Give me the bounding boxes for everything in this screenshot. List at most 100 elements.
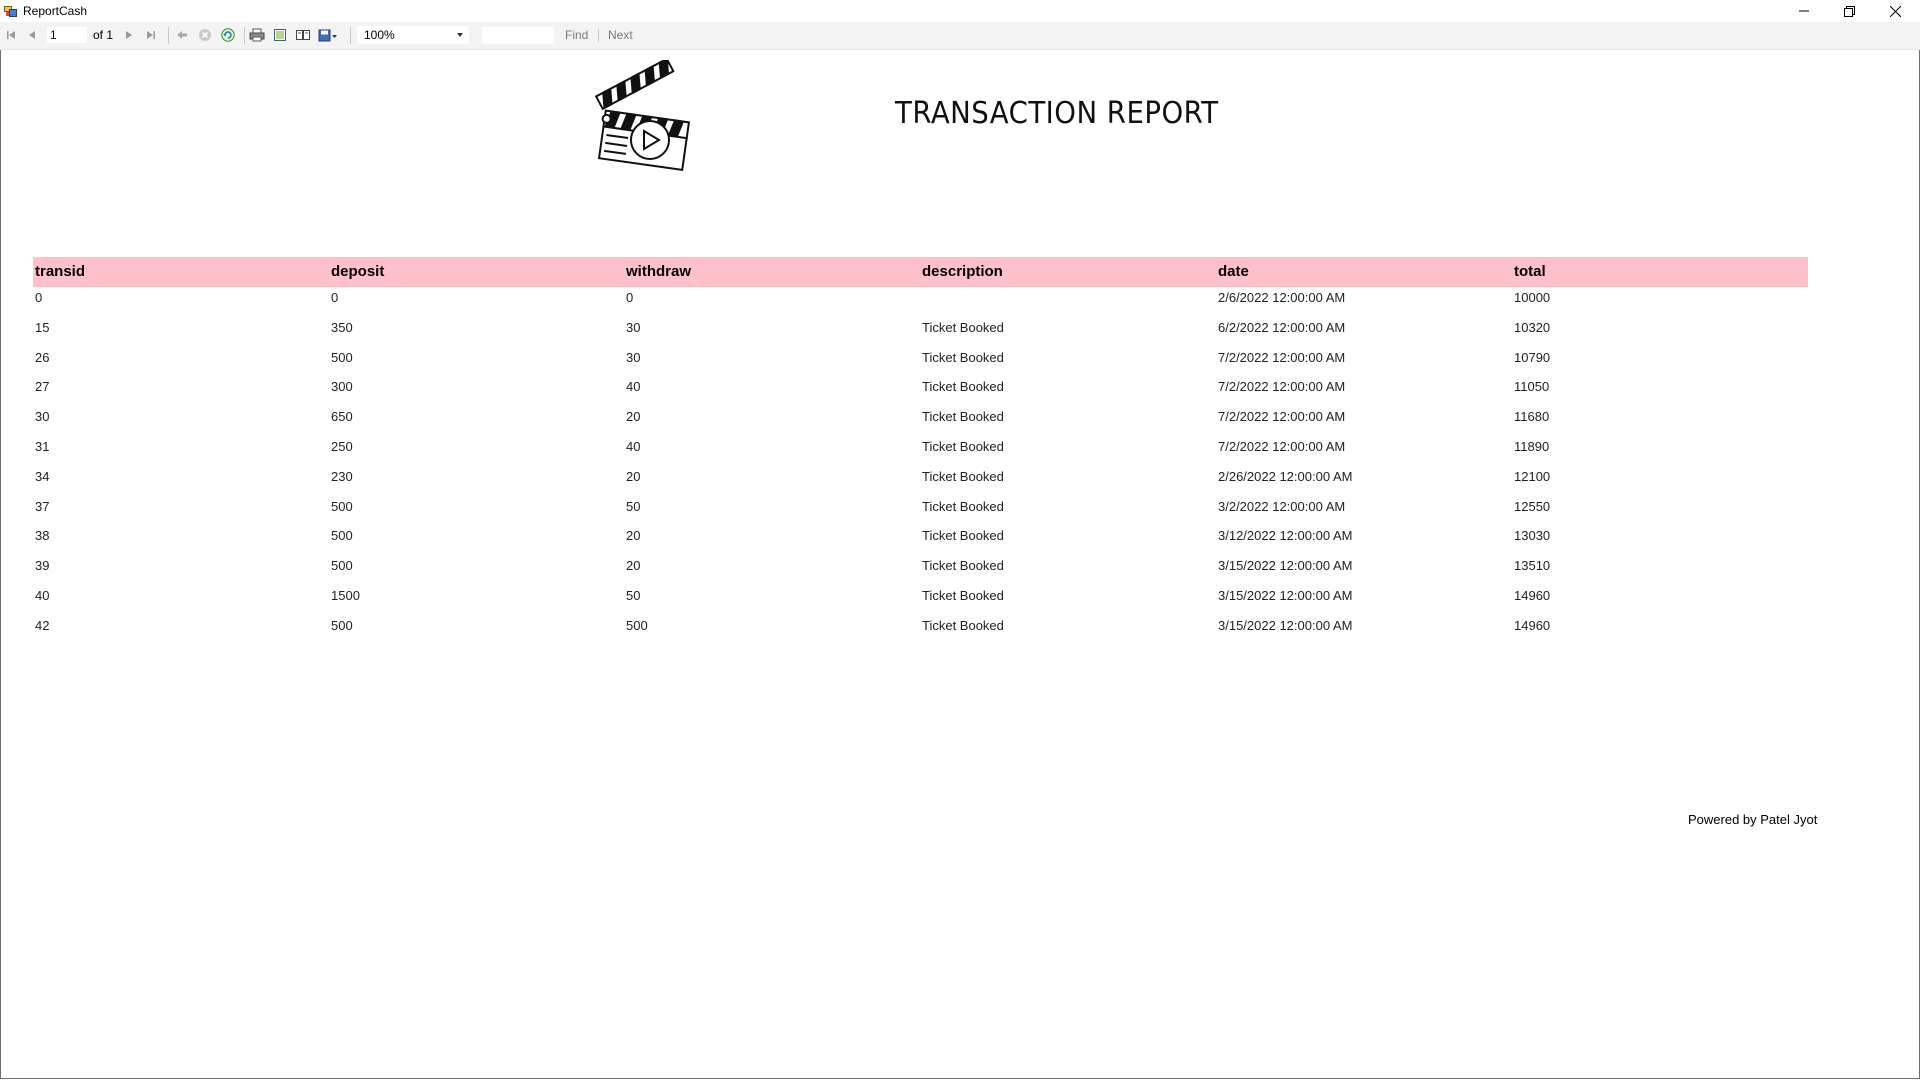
cell-date: 3/12/2022 12:00:00 AM xyxy=(1218,528,1353,543)
table-row: 34 230 20 Ticket Booked 2/26/2022 12:00:00 A… xyxy=(0,469,1920,499)
cell-transid: 31 xyxy=(35,439,50,454)
cell-transid: 0 xyxy=(35,290,43,305)
cell-withdraw: 40 xyxy=(626,439,641,454)
cell-withdraw: 20 xyxy=(626,409,641,424)
cell-withdraw: 20 xyxy=(626,558,641,573)
page-setup-button[interactable] xyxy=(295,27,311,43)
cell-deposit: 230 xyxy=(331,469,353,484)
cell-total: 11890 xyxy=(1514,439,1550,454)
next-page-icon xyxy=(126,31,132,39)
column-header-total: total xyxy=(1514,263,1546,280)
cell-date: 3/15/2022 12:00:00 AM xyxy=(1218,588,1353,603)
cell-withdraw: 50 xyxy=(626,499,641,514)
cell-transid: 37 xyxy=(35,499,50,514)
cell-description: Ticket Booked xyxy=(922,350,1004,365)
cell-withdraw: 20 xyxy=(626,528,641,543)
cell-deposit: 500 xyxy=(331,528,353,543)
print-button[interactable] xyxy=(249,27,265,43)
first-page-icon xyxy=(7,31,15,39)
printer-icon xyxy=(249,28,265,42)
cell-date: 7/2/2022 12:00:00 AM xyxy=(1218,350,1346,365)
cell-description: Ticket Booked xyxy=(922,379,1004,394)
cell-total: 13510 xyxy=(1514,558,1551,573)
cell-description: Ticket Booked xyxy=(922,618,1004,633)
clapperboard-logo-icon xyxy=(592,57,696,172)
cell-total: 10790 xyxy=(1514,350,1551,365)
cell-transid: 38 xyxy=(35,528,50,543)
cell-transid: 15 xyxy=(35,320,50,335)
cell-total: 11680 xyxy=(1514,409,1550,424)
cell-withdraw: 20 xyxy=(626,469,641,484)
table-header: transid deposit withdraw description dat… xyxy=(33,257,1808,287)
next-page-button[interactable] xyxy=(121,27,137,43)
cell-description: Ticket Booked xyxy=(922,558,1004,573)
cell-withdraw: 500 xyxy=(626,618,648,633)
cell-deposit: 500 xyxy=(331,499,353,514)
window-title: ReportCash xyxy=(23,4,88,18)
cell-deposit: 0 xyxy=(331,290,339,305)
cell-date: 3/15/2022 12:00:00 AM xyxy=(1218,558,1353,573)
print-layout-icon xyxy=(274,29,286,41)
column-header-withdraw: withdraw xyxy=(626,263,692,280)
cell-total: 12550 xyxy=(1514,499,1551,514)
cell-total: 10000 xyxy=(1514,290,1551,305)
cell-date: 7/2/2022 12:00:00 AM xyxy=(1218,439,1346,454)
cell-date: 7/2/2022 12:00:00 AM xyxy=(1218,379,1346,394)
back-arrow-icon xyxy=(177,31,187,39)
cell-total: 12100 xyxy=(1514,469,1551,484)
first-page-button[interactable] xyxy=(3,27,19,43)
print-layout-button[interactable] xyxy=(272,27,288,43)
cell-date: 3/15/2022 12:00:00 AM xyxy=(1218,618,1353,633)
close-button[interactable] xyxy=(1872,0,1918,22)
toolbar-separator xyxy=(244,27,245,44)
zoom-value: 100% xyxy=(364,28,395,42)
save-export-icon xyxy=(318,29,337,42)
table-row: 37 500 50 Ticket Booked 3/2/2022 12:00:00 AM… xyxy=(0,499,1920,529)
cell-date: 7/2/2022 12:00:00 AM xyxy=(1218,409,1346,424)
table-row: 31 250 40 Ticket Booked 7/2/2022 12:00:00 AM… xyxy=(0,439,1920,469)
stop-button[interactable] xyxy=(197,27,213,43)
cell-transid: 40 xyxy=(35,588,50,603)
cell-total: 14960 xyxy=(1514,618,1551,633)
last-page-button[interactable] xyxy=(143,27,159,43)
report-footer: Powered by Patel Jyot xyxy=(1688,812,1818,827)
table-row: 40 1500 50 Ticket Booked 3/15/2022 12:00:00 … xyxy=(0,588,1920,618)
cell-withdraw: 30 xyxy=(626,350,641,365)
export-button[interactable] xyxy=(318,27,340,43)
back-button[interactable] xyxy=(174,27,190,43)
cell-date: 2/26/2022 12:00:00 AM xyxy=(1218,469,1353,484)
cell-transid: 27 xyxy=(35,379,50,394)
cell-description: Ticket Booked xyxy=(922,588,1004,603)
cell-total: 13030 xyxy=(1514,528,1551,543)
cell-date: 2/6/2022 12:00:00 AM xyxy=(1218,290,1346,305)
cell-withdraw: 50 xyxy=(626,588,641,603)
page-number-input[interactable]: 1 xyxy=(47,27,87,43)
minimize-button[interactable] xyxy=(1781,0,1827,22)
find-input[interactable] xyxy=(482,27,554,44)
previous-page-button[interactable] xyxy=(24,27,40,43)
cell-description: Ticket Booked xyxy=(922,439,1004,454)
cell-date: 6/2/2022 12:00:00 AM xyxy=(1218,320,1346,335)
cell-deposit: 500 xyxy=(331,618,353,633)
previous-page-icon xyxy=(29,31,35,39)
cell-transid: 26 xyxy=(35,350,50,365)
refresh-button[interactable] xyxy=(220,27,236,43)
table-row: 27 300 40 Ticket Booked 7/2/2022 12:00:00 AM… xyxy=(0,379,1920,409)
cell-deposit: 650 xyxy=(331,409,353,424)
restore-button[interactable] xyxy=(1826,0,1872,22)
table-row: 42 500 500 Ticket Booked 3/15/2022 12:00:00 … xyxy=(0,618,1920,648)
find-button[interactable]: Find xyxy=(565,28,588,42)
toolbar-separator xyxy=(168,27,169,44)
cell-description: Ticket Booked xyxy=(922,528,1004,543)
find-next-button[interactable]: Next xyxy=(608,28,633,42)
app-icon xyxy=(4,4,17,17)
column-header-description: description xyxy=(922,263,1003,280)
column-header-date: date xyxy=(1218,263,1249,280)
zoom-select[interactable]: 100% xyxy=(357,26,469,44)
stop-icon xyxy=(199,29,211,41)
cell-withdraw: 0 xyxy=(626,290,634,305)
page-count-label: of 1 xyxy=(93,28,114,42)
table-row: 0 0 0 2/6/2022 12:00:00 AM 10000 xyxy=(0,290,1920,320)
refresh-icon xyxy=(221,28,235,42)
table-row: 38 500 20 Ticket Booked 3/12/2022 12:00:00 A… xyxy=(0,528,1920,558)
